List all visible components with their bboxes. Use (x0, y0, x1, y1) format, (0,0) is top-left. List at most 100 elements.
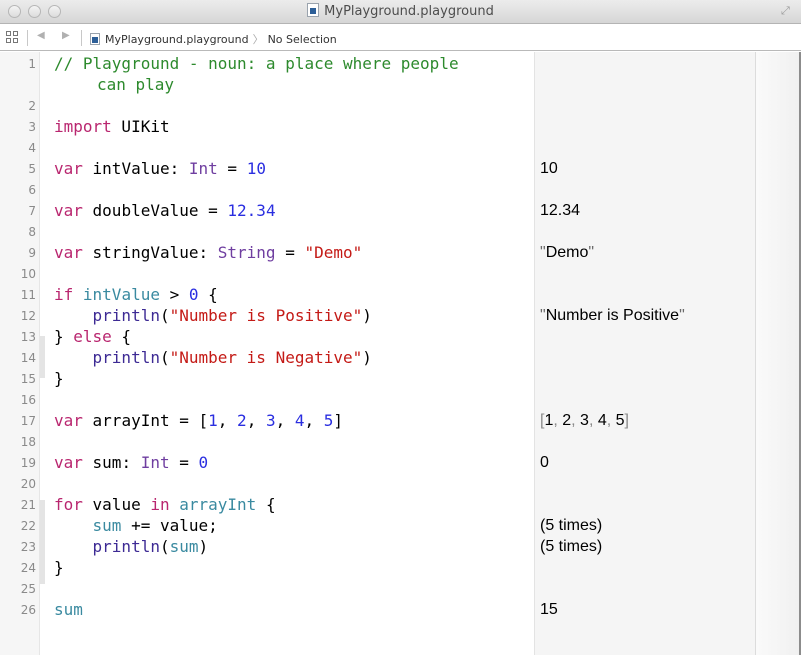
breadcrumb-separator-icon: 〉 (252, 33, 264, 46)
code-token: for (54, 495, 83, 514)
source-editor[interactable]: 1 // Playground - noun: a place where peo… (0, 52, 534, 655)
code-text[interactable]: var intValue: Int = 10 (54, 158, 266, 179)
code-line[interactable]: 1 // Playground - noun: a place where peo… (0, 53, 534, 94)
grid-icon[interactable] (6, 31, 19, 44)
result-value[interactable]: "Number is Positive" (540, 305, 685, 326)
code-line[interactable]: 22 sum += value; (0, 515, 534, 536)
code-text[interactable]: var sum: Int = 0 (54, 452, 208, 473)
code-token: stringValue: (82, 243, 218, 262)
code-line[interactable]: 12 println("Number is Positive") (0, 305, 534, 326)
forward-triangle-icon[interactable]: ▶ (62, 30, 70, 41)
code-line[interactable]: 4 (0, 137, 534, 158)
code-token: , (304, 411, 324, 430)
code-line[interactable]: 8 (0, 221, 534, 242)
code-line[interactable]: 25 (0, 578, 534, 599)
line-number: 5 (28, 162, 36, 176)
code-text[interactable]: sum (54, 599, 83, 620)
code-token: doubleValue = (82, 201, 228, 220)
code-text[interactable]: var arrayInt = [1, 2, 3, 4, 5] (54, 410, 343, 431)
code-line[interactable]: 20 (0, 473, 534, 494)
code-line[interactable]: 2 (0, 95, 534, 116)
result-value[interactable]: (5 times) (540, 536, 602, 557)
result-value[interactable]: 10 (540, 158, 558, 179)
code-text[interactable]: } (54, 368, 64, 389)
code-token: = (217, 159, 247, 178)
playground-editor: 1 // Playground - noun: a place where peo… (0, 52, 801, 655)
code-token: 5 (323, 411, 334, 430)
code-token: { (256, 495, 276, 514)
code-line[interactable]: 6 (0, 179, 534, 200)
line-number: 1 (28, 57, 36, 71)
result-value[interactable]: 0 (540, 452, 549, 473)
code-line[interactable]: 17 var arrayInt = [1, 2, 3, 4, 5] (0, 410, 534, 431)
code-text[interactable]: println(sum) (54, 536, 209, 557)
line-number: 14 (20, 351, 36, 365)
playground-file-icon (307, 3, 320, 17)
vertical-scrollbar[interactable] (755, 52, 801, 655)
code-line[interactable]: 24} (0, 557, 534, 578)
code-line[interactable]: 21 for value in arrayInt { (0, 494, 534, 515)
code-text[interactable]: } (54, 557, 64, 578)
code-token: 4 (294, 411, 305, 430)
code-text[interactable]: var stringValue: String = "Demo" (54, 242, 362, 263)
line-number: 13 (20, 330, 36, 344)
result-value[interactable]: [1, 2, 3, 4, 5] (540, 410, 629, 431)
code-token: 1 (208, 411, 218, 430)
code-text[interactable]: // Playground - noun: a place where peop… (54, 53, 459, 74)
code-text[interactable]: if intValue > 0 { (54, 284, 218, 305)
code-line[interactable]: 10 (0, 263, 534, 284)
code-token: 0 (188, 285, 199, 304)
code-text[interactable]: sum += value; (54, 515, 218, 536)
line-number: 6 (28, 183, 36, 197)
code-token: var (54, 159, 83, 178)
code-line[interactable]: 5 var intValue: Int = 10 (0, 158, 534, 179)
code-line[interactable]: 9 var stringValue: String = "Demo" (0, 242, 534, 263)
results-sidebar (534, 52, 755, 655)
result-value[interactable]: 12.34 (540, 200, 580, 221)
code-token: 10 (246, 159, 266, 178)
code-text[interactable]: import UIKit (54, 116, 170, 137)
code-line[interactable]: 19 var sum: Int = 0 (0, 452, 534, 473)
code-token: 2 (237, 411, 247, 430)
code-token: println (92, 537, 160, 556)
code-text[interactable]: println("Number is Positive") (54, 305, 372, 326)
code-line[interactable]: 13 } else { (0, 326, 534, 347)
breadcrumb-item-selection[interactable]: No Selection (268, 33, 337, 46)
fullscreen-arrows-icon[interactable]: ⤢ (781, 5, 793, 17)
code-token: var (54, 411, 83, 430)
line-number: 20 (20, 477, 36, 491)
code-line[interactable]: 3 import UIKit (0, 116, 534, 137)
code-token: arrayInt (179, 495, 257, 514)
code-token: Int (188, 159, 218, 178)
code-line[interactable]: 23 println(sum) (0, 536, 534, 557)
code-line[interactable]: 16 (0, 389, 534, 410)
line-number: 24 (20, 561, 36, 575)
code-token: > (159, 285, 189, 304)
code-line[interactable]: 18 (0, 431, 534, 452)
code-line[interactable]: 15} (0, 368, 534, 389)
code-line[interactable]: 14 println("Number is Negative") (0, 347, 534, 368)
code-text[interactable]: for value in arrayInt { (54, 494, 276, 515)
back-triangle-icon[interactable]: ◀ (37, 30, 45, 41)
code-text[interactable]: } else { (54, 326, 131, 347)
code-text[interactable]: println("Number is Negative") (54, 347, 372, 368)
code-line[interactable]: 11 if intValue > 0 { (0, 284, 534, 305)
line-number: 9 (28, 246, 36, 260)
code-text[interactable]: var doubleValue = 12.34 (54, 200, 276, 221)
window-title-text: MyPlayground.playground (324, 4, 494, 19)
code-token: UIKit (111, 117, 170, 136)
code-token: ( (159, 537, 170, 556)
result-value[interactable]: "Demo" (540, 242, 594, 263)
code-token: { (111, 327, 132, 346)
result-value[interactable]: (5 times) (540, 515, 602, 536)
line-number: 4 (28, 141, 36, 155)
breadcrumb-item-file[interactable]: MyPlayground.playground (105, 33, 249, 46)
result-value[interactable]: 15 (540, 599, 558, 620)
code-line[interactable]: 26 sum (0, 599, 534, 620)
code-token: ) (198, 537, 209, 556)
line-number: 11 (20, 288, 36, 302)
code-line[interactable]: 7 var doubleValue = 12.34 (0, 200, 534, 221)
code-token: 3 (265, 411, 276, 430)
